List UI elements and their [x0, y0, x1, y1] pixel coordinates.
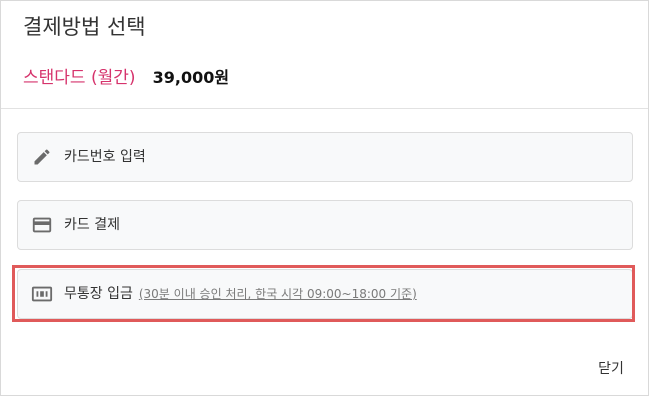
payment-method-card[interactable]: 카드 결제 [17, 200, 633, 250]
credit-card-icon [31, 214, 53, 236]
plan-price: 39,000원 [152, 68, 230, 87]
payment-method-card-number[interactable]: 카드번호 입력 [17, 132, 633, 182]
payment-method-bank-transfer[interactable]: 무통장 입금 (30분 이내 승인 처리, 한국 시각 09:00~18:00 기… [17, 269, 633, 319]
method-label: 카드번호 입력 [64, 149, 146, 165]
pencil-icon [31, 146, 53, 168]
method-label: 무통장 입금 (30분 이내 승인 처리, 한국 시각 09:00~18:00 기… [64, 270, 417, 318]
plan-summary: 스탠다드 (월간) 39,000원 [23, 65, 229, 91]
payment-method-modal: 결제방법 선택 스탠다드 (월간) 39,000원 카드번호 입력 카드 결제 [0, 0, 649, 396]
bank-transfer-icon [31, 283, 53, 305]
method-label-text: 무통장 입금 [64, 286, 133, 302]
method-label: 카드 결제 [64, 217, 120, 233]
modal-header: 결제방법 선택 스탠다드 (월간) 39,000원 [1, 1, 648, 109]
bank-transfer-note: (30분 이내 승인 처리, 한국 시각 09:00~18:00 기준) [138, 287, 417, 301]
modal-title: 결제방법 선택 [23, 15, 146, 39]
close-button[interactable]: 닫기 [587, 357, 635, 381]
plan-name: 스탠다드 (월간) [23, 68, 136, 88]
